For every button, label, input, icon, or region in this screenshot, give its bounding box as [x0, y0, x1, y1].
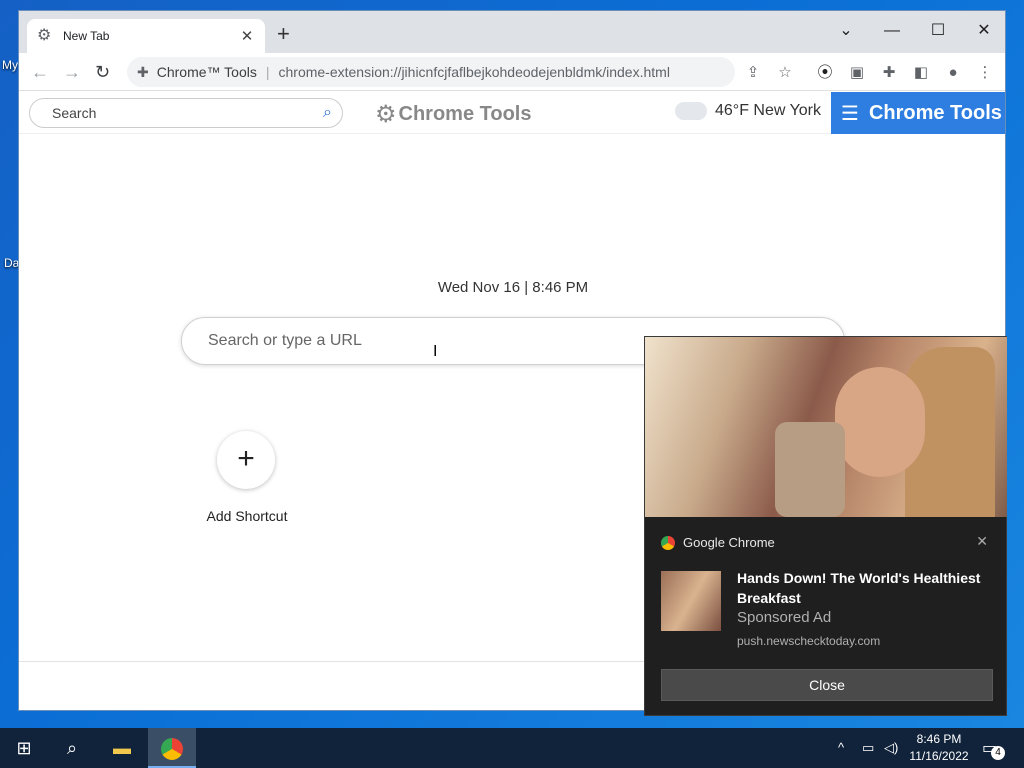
notification-app: Google Chrome: [661, 535, 775, 550]
tab-strip: ⚙ New Tab ✕ + ⌄ — ☐ ✕: [19, 11, 1005, 53]
bookmark-star-icon[interactable]: ☆: [775, 63, 795, 83]
omnibox-url[interactable]: chrome-extension://jihicnfcjfaflbejkohde…: [279, 64, 670, 80]
extension-c-icon[interactable]: ▣: [847, 63, 867, 83]
close-tab-icon[interactable]: ✕: [239, 27, 255, 45]
hamburger-icon: ☰: [841, 102, 859, 125]
notification-app-name: Google Chrome: [683, 535, 775, 550]
notification-hero-image[interactable]: [645, 337, 1007, 517]
omnibox-extension-name: Chrome™ Tools: [156, 64, 257, 80]
chrome-tools-menu-button[interactable]: ☰ Chrome Tools: [831, 92, 1005, 134]
date-time-display: Wed Nov 16 | 8:46 PM: [437, 279, 589, 296]
minimize-button[interactable]: —: [869, 17, 915, 45]
side-panel-icon[interactable]: ◧: [911, 63, 931, 83]
brand-name: Chrome Tools: [398, 103, 532, 125]
search-icon[interactable]: ⌕: [323, 99, 332, 127]
tab-title: New Tab: [63, 29, 110, 43]
location-pin-icon[interactable]: ⦿: [815, 63, 835, 83]
close-window-button[interactable]: ✕: [961, 17, 1005, 45]
notification-domain: push.newschecktoday.com: [737, 634, 881, 648]
weather-widget[interactable]: 46°F New York: [675, 102, 821, 120]
add-shortcut-button[interactable]: +: [217, 431, 275, 489]
brand-logo[interactable]: ⚙ Chrome Tools: [375, 100, 531, 129]
chrome-logo-icon: [661, 535, 675, 550]
clock-date: 11/16/2022: [909, 749, 969, 763]
notification-popup[interactable]: Google Chrome ✕ Hands Down! The World's …: [644, 336, 1007, 716]
back-icon[interactable]: ←: [31, 61, 49, 83]
file-explorer-icon[interactable]: ▬: [98, 728, 146, 768]
chrome-taskbar-icon[interactable]: [148, 728, 196, 768]
extension-icon: ✚: [137, 63, 149, 80]
network-icon[interactable]: ▭: [862, 740, 874, 756]
desktop-icon-label[interactable]: My: [2, 58, 18, 72]
notification-headline[interactable]: Hands Down! The World's Healthiest Break…: [737, 568, 997, 608]
forward-icon[interactable]: →: [63, 61, 81, 83]
menu-button-label: Chrome Tools: [868, 101, 1002, 124]
hero-jar-shape: [775, 422, 845, 517]
notification-sponsored-label: Sponsored Ad: [737, 609, 832, 626]
text-cursor-icon: I: [433, 343, 438, 360]
reload-icon[interactable]: ↻: [95, 61, 110, 83]
omnibox-separator: |: [265, 64, 270, 80]
tab-new-tab[interactable]: ⚙ New Tab ✕: [27, 19, 265, 53]
header-search-placeholder: Search: [52, 105, 97, 121]
action-center-icon[interactable]: ▭ 4: [982, 738, 1005, 760]
new-tab-button[interactable]: +: [277, 23, 290, 45]
page-header: Search ⌕ ⚙ Chrome Tools 46°F New York ☰ …: [19, 92, 1005, 134]
notification-close-button[interactable]: Close: [661, 669, 993, 701]
omnibox[interactable]: ✚ Chrome™ Tools | chrome-extension://jih…: [127, 57, 735, 87]
extensions-puzzle-icon[interactable]: ✚: [879, 63, 899, 83]
weather-text: 46°F New York: [715, 102, 822, 119]
chevron-up-icon[interactable]: ^: [838, 740, 844, 755]
windows-start-icon[interactable]: ⊞: [0, 728, 48, 768]
tab-search-button[interactable]: ⌄: [823, 17, 869, 45]
notification-thumbnail: [661, 571, 721, 631]
share-icon[interactable]: ⇪: [743, 63, 763, 83]
taskbar: ⊞ ⌕ ▬ ^ ▭ ◁) 8:46 PM 11/16/2022 ▭ 4: [0, 728, 1024, 768]
browser-toolbar: ← → ↻ ✚ Chrome™ Tools | chrome-extension…: [19, 53, 1005, 91]
header-search-input[interactable]: Search ⌕: [29, 98, 343, 128]
main-search-placeholder: Search or type a URL: [208, 332, 362, 349]
cloud-icon: [675, 102, 707, 120]
search-icon[interactable]: ⌕: [48, 728, 96, 768]
clock-time: 8:46 PM: [916, 732, 962, 746]
hero-face-shape: [835, 367, 925, 477]
volume-icon[interactable]: ◁): [884, 740, 898, 756]
taskbar-clock[interactable]: 8:46 PM 11/16/2022: [904, 731, 974, 765]
add-shortcut-label: Add Shortcut: [206, 508, 288, 524]
profile-avatar-icon[interactable]: ●: [943, 63, 963, 83]
notification-count-badge: 4: [991, 746, 1005, 760]
close-icon[interactable]: ✕: [976, 533, 988, 550]
kebab-menu-icon[interactable]: ⋮: [975, 63, 995, 83]
maximize-button[interactable]: ☐: [915, 17, 961, 45]
gear-icon: ⚙: [37, 27, 52, 44]
gear-icon: ⚙: [375, 101, 397, 128]
